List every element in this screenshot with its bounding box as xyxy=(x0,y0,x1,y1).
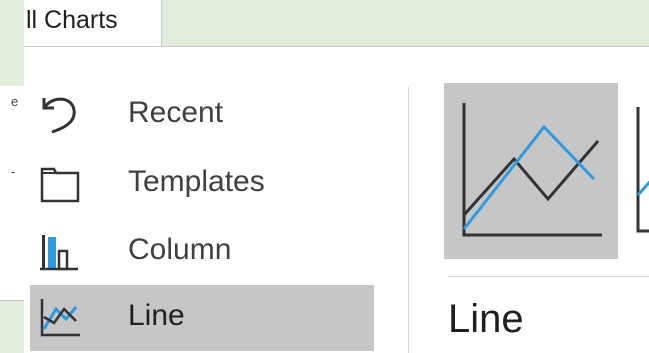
category-recent[interactable]: Recent xyxy=(30,82,374,148)
line-chart-preview-icon xyxy=(462,103,602,237)
category-line[interactable]: Line xyxy=(30,285,374,351)
chart-type-title: Line xyxy=(448,297,524,341)
pane-divider xyxy=(408,87,409,353)
category-column[interactable]: Column xyxy=(30,219,374,285)
tab-all-charts[interactable]: ll Charts xyxy=(24,0,162,46)
stacked-line-preview-icon xyxy=(636,107,649,233)
tab-all-charts-label: ll Charts xyxy=(26,6,118,34)
category-label: Column xyxy=(128,233,232,266)
category-label: Recent xyxy=(128,96,224,129)
side-panel-text: e xyxy=(11,94,19,109)
thumbnail-separator xyxy=(448,276,649,277)
templates-icon xyxy=(40,167,80,203)
stacked-line-thumbnail[interactable] xyxy=(634,101,649,241)
category-label: Templates xyxy=(128,165,265,198)
category-label: Line xyxy=(128,299,185,332)
line-chart-icon xyxy=(40,299,80,337)
category-templates[interactable]: Templates xyxy=(30,151,374,217)
side-panel-fragment: e - xyxy=(0,86,25,301)
dialog-tab-bar: ll Charts xyxy=(24,0,649,46)
chart-type-pane: Recent Templates Column Line Line xyxy=(24,46,649,353)
recent-icon xyxy=(42,97,76,134)
side-panel-text: - xyxy=(11,164,16,179)
column-chart-icon xyxy=(40,235,78,271)
line-chart-thumbnail[interactable] xyxy=(444,83,618,259)
